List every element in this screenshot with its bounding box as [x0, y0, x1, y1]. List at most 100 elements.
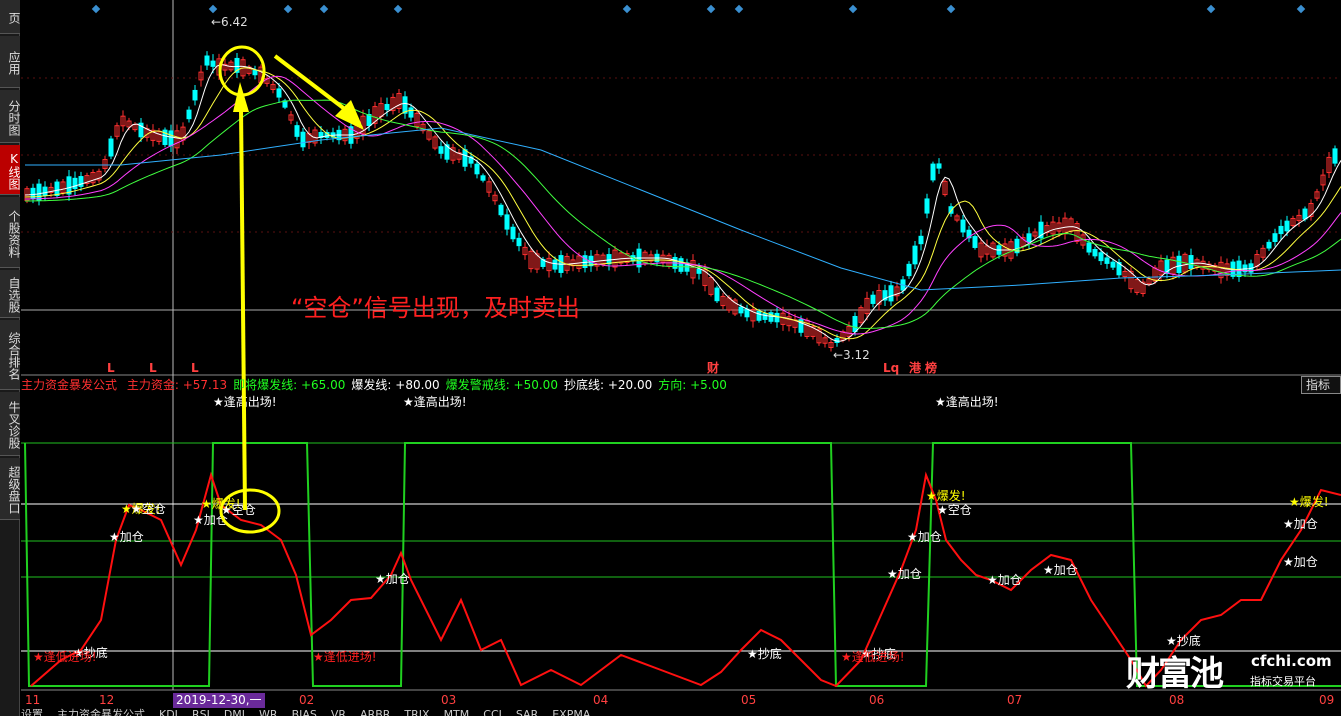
signal-add-17: ★加仓	[1283, 517, 1318, 531]
sidebar-tab-1[interactable]: 应用	[0, 36, 21, 88]
candle-body	[552, 259, 558, 270]
event-diamond-6	[706, 4, 716, 14]
event-diamond-1	[208, 4, 218, 14]
indicator-value-3: 爆发警戒线: +50.00	[445, 378, 558, 392]
price-marker-5: 港	[909, 360, 922, 375]
ma20-line	[25, 75, 1341, 335]
indicator-tab-8[interactable]: ARBR	[360, 708, 390, 716]
candle-body	[1026, 233, 1032, 243]
candle-body	[714, 287, 720, 302]
indicator-tab-6[interactable]: BIAS	[292, 708, 317, 716]
indicator-help-button[interactable]: 指标说	[1301, 376, 1341, 394]
candle-body	[1332, 148, 1338, 164]
candle-body	[852, 315, 858, 333]
signal-add-15: ★加仓	[987, 573, 1022, 587]
candle-body	[888, 285, 894, 302]
indicator-tab-4[interactable]: DMI	[224, 708, 245, 716]
signal-add-12: ★加仓	[375, 572, 410, 586]
indicator-value-2: 爆发线: +80.00	[351, 378, 440, 392]
signal-low_entry-24: ★逢低进场!	[313, 650, 377, 664]
price-marker-3: 财	[706, 360, 719, 375]
indicator-tab-9[interactable]: TRIX	[404, 708, 429, 716]
candle-body	[498, 204, 504, 216]
indicator-tab-10[interactable]: MTM	[444, 708, 470, 716]
event-diamond-9	[946, 4, 956, 14]
candle-body	[408, 107, 414, 118]
low-price-label: ←3.12	[833, 348, 870, 362]
price-marker-2: L	[191, 361, 199, 375]
sidebar-tab-6[interactable]: 综合排名	[0, 320, 21, 390]
candle-body	[774, 312, 780, 323]
candle-body	[1188, 255, 1194, 269]
indicator-tab-5[interactable]: WR	[259, 708, 278, 716]
indicator-tab-7[interactable]: VR	[331, 708, 346, 716]
candle-body	[504, 214, 510, 230]
chart-canvas[interactable]: ←6.42←3.12LLL财Lq港榜★逢高出场!★逢高出场!★逢高出场!★爆发!…	[21, 0, 1341, 716]
candle-body	[1284, 220, 1290, 232]
sidebar-tab-5[interactable]: 自选股	[0, 270, 21, 318]
indicator-header: 主力资金暴发公式 主力资金: +57.13 即将爆发线: +65.00 爆发线: +…	[21, 377, 1321, 393]
candlestick-group	[24, 51, 1338, 352]
arrow-up-shaft	[239, 107, 247, 511]
indicator-tab-12[interactable]: SAR	[516, 708, 538, 716]
sidebar-tab-3[interactable]: K线图	[0, 145, 21, 195]
candle-body	[402, 96, 408, 114]
signal-add-10: ★加仓	[109, 530, 144, 544]
sidebar-tab-8[interactable]: 超级盘口	[0, 458, 21, 520]
candle-body	[516, 237, 522, 247]
indicator-tab-1[interactable]: 主力资金暴发公式	[57, 708, 145, 716]
price-marker-1: L	[149, 361, 157, 375]
candle-body	[72, 177, 78, 190]
signal-low_entry-25: ★逢低进场!	[841, 650, 905, 664]
signal-low_entry-23: ★逢低进场!	[33, 650, 97, 664]
signal-top-1: ★逢高出场!	[403, 394, 467, 409]
signal-top-2: ★逢高出场!	[935, 394, 999, 409]
indicator-value-1: 即将爆发线: +65.00	[233, 378, 346, 392]
signal-bottom-20: ★抄底	[747, 646, 782, 661]
event-diamond-10	[1206, 4, 1216, 14]
candle-body	[906, 263, 912, 277]
event-diamond-3	[319, 4, 329, 14]
candle-body	[972, 236, 978, 248]
signal-add-13: ★加仓	[907, 530, 942, 544]
candle-body	[936, 163, 942, 169]
chart-area[interactable]: ←6.42←3.12LLL财Lq港榜★逢高出场!★逢高出场!★逢高出场!★爆发!…	[21, 0, 1341, 716]
candle-body	[1278, 225, 1284, 235]
candle-body	[1272, 233, 1278, 242]
sidebar-tab-2[interactable]: 分时图	[0, 90, 21, 143]
event-diamond-0	[91, 4, 101, 14]
indicator-tab-3[interactable]: RSI	[192, 708, 210, 716]
candle-body	[252, 69, 258, 76]
signal-add-14: ★加仓	[887, 567, 922, 581]
candle-body	[1302, 208, 1308, 220]
candle-body	[1104, 257, 1110, 264]
signal-empty-7: ★空仓	[131, 502, 166, 516]
indicator-value-0: 主力资金: +57.13	[126, 378, 228, 392]
candle-body	[36, 183, 42, 201]
x-axis-label-11: 11	[25, 693, 41, 707]
sidebar-tab-0[interactable]: 页	[0, 0, 21, 34]
signal-boom-6: ★爆发!	[1289, 494, 1329, 509]
candle-body	[1110, 261, 1116, 268]
sidebar-tab-4[interactable]: 个股资料	[0, 197, 21, 268]
candle-body	[210, 60, 216, 67]
indicator-tabs[interactable]: 设置 主力资金暴发公式 KDJ RSI DMI WR BIAS VR ARBR TRIX MTM CC…	[21, 708, 1341, 716]
candle-body	[756, 310, 762, 321]
candle-body	[1092, 249, 1098, 257]
indicator-tab-11[interactable]: CCI	[483, 708, 502, 716]
left-sidebar: 页应用 分时图 K线图 个股资料 自选股 综合排名 牛叉诊股 超级盘口	[0, 0, 21, 716]
candle-body	[744, 308, 750, 318]
indicator-tab-13[interactable]: EXPMA	[552, 708, 590, 716]
indicator-tab-0[interactable]: 设置	[21, 708, 43, 716]
candle-body	[678, 258, 684, 272]
logo-subtitle: 指标交易平台	[1250, 675, 1316, 688]
candle-body	[762, 312, 768, 320]
x-axis-label-04: 04	[593, 693, 609, 707]
indicator-tab-2[interactable]: KDJ	[159, 708, 178, 716]
event-diamond-4	[393, 4, 403, 14]
candle-body	[294, 125, 300, 137]
indicator-value-4: 抄底线: +20.00	[563, 378, 653, 392]
sidebar-tab-7[interactable]: 牛叉诊股	[0, 392, 21, 456]
candle-body	[1176, 255, 1182, 274]
arrow-up-head	[233, 82, 249, 112]
